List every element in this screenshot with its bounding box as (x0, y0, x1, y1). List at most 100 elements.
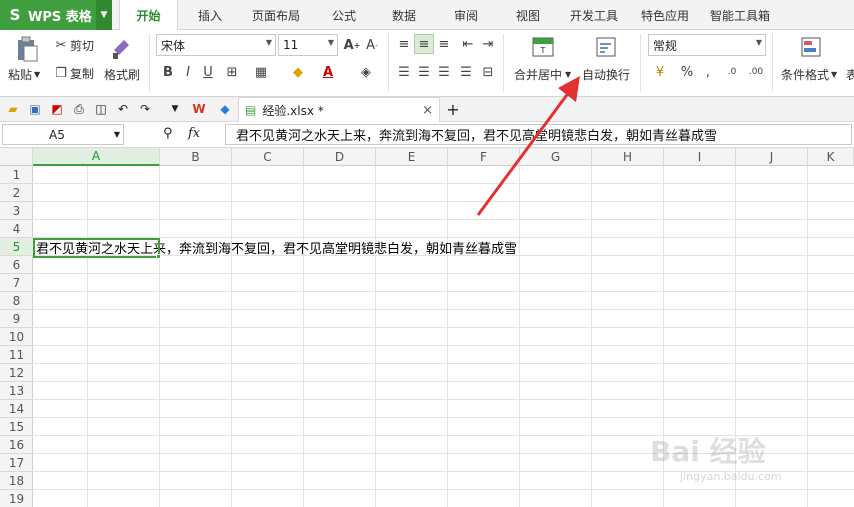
column-header[interactable]: B (160, 148, 232, 166)
new-tab-icon[interactable]: + (444, 100, 462, 119)
tab-insert[interactable]: 插入 (186, 0, 234, 30)
row-header[interactable]: 2 (0, 184, 33, 202)
row-header[interactable]: 8 (0, 292, 33, 310)
decrease-indent-icon[interactable]: ⇤ (458, 34, 478, 54)
currency-icon[interactable]: ¥ (650, 62, 670, 82)
number-format-select[interactable]: 常规 ▼ (648, 34, 766, 56)
row-header[interactable]: 3 (0, 202, 33, 220)
increase-indent-icon[interactable]: ⇥ (478, 34, 498, 54)
paste-icon[interactable] (12, 34, 42, 64)
percent-icon[interactable]: % (677, 62, 697, 82)
column-header[interactable]: A (33, 148, 160, 166)
open-folder-icon[interactable]: ▰ (4, 100, 22, 118)
cut-button[interactable]: ✂ 剪切 (52, 36, 94, 54)
tab-developer[interactable]: 开发工具 (563, 0, 625, 30)
row-header[interactable]: 4 (0, 220, 33, 238)
align-left-icon[interactable]: ☰ (394, 62, 414, 82)
format-painter-button[interactable]: 格式刷 (104, 66, 140, 82)
print-icon[interactable]: ⎙ (70, 100, 88, 118)
column-header[interactable]: D (304, 148, 376, 166)
justify-icon[interactable]: ☰ (456, 62, 476, 82)
save-icon[interactable]: ▣ (26, 100, 44, 118)
row-header[interactable]: 17 (0, 454, 33, 472)
italic-icon[interactable]: I (178, 62, 198, 82)
tab-view[interactable]: 视图 (504, 0, 552, 30)
merge-center-button[interactable]: 合并居中 ▼ (514, 66, 571, 82)
fill-color-icon[interactable]: ◆ (288, 62, 308, 82)
align-bottom-icon[interactable]: ≡ (434, 34, 454, 54)
name-box[interactable]: A5 ▼ (2, 124, 124, 145)
column-header[interactable]: F (448, 148, 520, 166)
font-size-select[interactable]: 11 ▼ (278, 34, 338, 56)
tab-data[interactable]: 数据 (380, 0, 428, 30)
row-header[interactable]: 14 (0, 400, 33, 418)
align-top-icon[interactable]: ≡ (394, 34, 414, 54)
document-tab[interactable]: ▤ 经验.xlsx * × (238, 97, 440, 122)
tab-smart-toolbox[interactable]: 智能工具箱 (704, 0, 776, 30)
bold-icon[interactable]: B (158, 62, 178, 82)
merge-center-icon[interactable]: T (531, 34, 555, 60)
row-header[interactable]: 12 (0, 364, 33, 382)
tab-page-layout[interactable]: 页面布局 (244, 0, 308, 30)
column-header[interactable]: I (664, 148, 736, 166)
border-icon[interactable]: ⊞ (222, 62, 242, 82)
row-header[interactable]: 13 (0, 382, 33, 400)
fill-handle[interactable] (156, 254, 161, 259)
comma-icon[interactable]: , (698, 62, 718, 82)
row-header[interactable]: 15 (0, 418, 33, 436)
table-style-button[interactable]: 表 (846, 66, 854, 82)
format-painter-icon[interactable] (108, 34, 134, 62)
tab-review[interactable]: 审阅 (442, 0, 490, 30)
select-all-corner[interactable] (0, 148, 33, 166)
row-header[interactable]: 6 (0, 256, 33, 274)
column-header[interactable]: C (232, 148, 304, 166)
clear-format-icon[interactable]: ◈ (356, 62, 376, 82)
row-header[interactable]: 10 (0, 328, 33, 346)
underline-icon[interactable]: U (198, 62, 218, 82)
export-pdf-icon[interactable]: ◩ (48, 100, 66, 118)
copy-button[interactable]: ❐ 复制 (52, 64, 94, 82)
align-middle-icon[interactable]: ≡ (414, 34, 434, 54)
increase-font-icon[interactable]: A + (342, 35, 362, 55)
app-menu-button[interactable]: S WPS 表格 ▼ (0, 0, 112, 30)
close-tab-icon[interactable]: × (422, 103, 433, 118)
active-cell-selection[interactable] (33, 238, 160, 258)
conditional-format-button[interactable]: 条件格式 ▼ (781, 66, 837, 82)
redo-icon[interactable]: ↷ (136, 100, 154, 118)
paste-button[interactable]: 粘贴 ▼ (8, 66, 40, 82)
align-right-icon[interactable]: ☰ (434, 62, 454, 82)
tab-features[interactable]: 特色应用 (634, 0, 696, 30)
row-header[interactable]: 9 (0, 310, 33, 328)
column-header[interactable]: E (376, 148, 448, 166)
column-header[interactable]: H (592, 148, 664, 166)
row-header[interactable]: 1 (0, 166, 33, 184)
tab-home[interactable]: 开始 (119, 0, 178, 31)
cloud-cube-icon[interactable]: ◆ (216, 100, 234, 118)
column-header[interactable]: G (520, 148, 592, 166)
wrap-text-button[interactable]: 自动换行 (582, 66, 630, 82)
customize-dropdown-icon[interactable]: ▼ (166, 100, 184, 118)
font-name-select[interactable]: 宋体 ▼ (156, 34, 276, 56)
font-color-icon[interactable]: A (318, 62, 338, 82)
conditional-format-icon[interactable] (799, 34, 823, 60)
align-center-icon[interactable]: ☰ (414, 62, 434, 82)
decrease-font-icon[interactable]: A- (362, 35, 382, 55)
fill-pattern-icon[interactable]: ▦ (251, 62, 271, 82)
decrease-decimal-icon[interactable]: .00 (746, 62, 766, 82)
row-header[interactable]: 19 (0, 490, 33, 507)
increase-decimal-icon[interactable]: .0 (722, 62, 742, 82)
function-fx-icon[interactable]: fx (188, 126, 200, 141)
column-header[interactable]: J (736, 148, 808, 166)
tab-formulas[interactable]: 公式 (320, 0, 368, 30)
row-header[interactable]: 5 (0, 238, 33, 256)
column-header[interactable]: K (808, 148, 854, 166)
zoom-search-icon[interactable]: ⚲ (163, 126, 173, 141)
row-header[interactable]: 7 (0, 274, 33, 292)
distributed-icon[interactable]: ⊟ (478, 62, 498, 82)
app-menu-dropdown-icon[interactable]: ▼ (96, 0, 112, 30)
row-header[interactable]: 11 (0, 346, 33, 364)
row-header[interactable]: 16 (0, 436, 33, 454)
row-header[interactable]: 18 (0, 472, 33, 490)
undo-icon[interactable]: ↶ (114, 100, 132, 118)
wrap-text-icon[interactable] (594, 34, 618, 60)
